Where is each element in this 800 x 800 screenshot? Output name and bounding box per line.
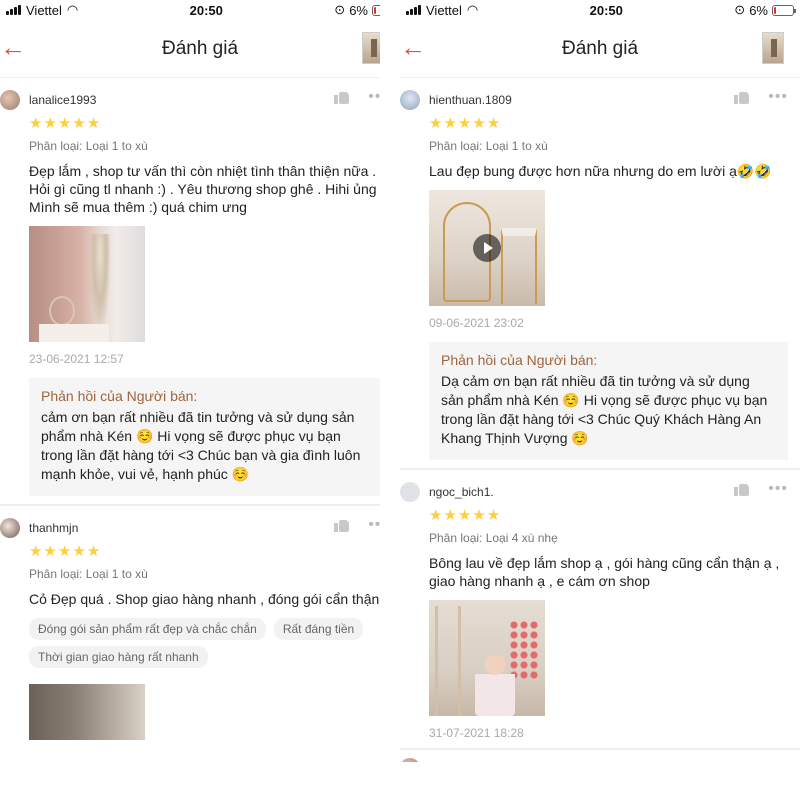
carrier-group: Viettel ◠ [6, 2, 78, 18]
review-tag: Đóng gói sản phẩm rất đẹp và chắc chắn [29, 618, 266, 640]
like-icon[interactable] [334, 518, 350, 532]
page-title: Đánh giá [161, 37, 239, 59]
review-date: 31-07-2021 18:28 [429, 726, 524, 740]
seller-reply-title: Phản hồi của Người bán: [41, 388, 198, 404]
avatar[interactable] [0, 518, 20, 538]
carrier-name: Viettel [426, 2, 462, 18]
review-tags: Đóng gói sản phẩm rất đẹp và chắc chắn R… [29, 618, 388, 668]
like-icon[interactable] [734, 90, 750, 104]
review-item: thanhmjn ••• ★★★★★ Phân loại: Loại 1 to … [0, 506, 400, 740]
orientation-lock-icon: ⊙ [334, 2, 346, 17]
variant-label: Phân loại: Loại 1 to xù [29, 567, 148, 581]
seller-reply-text: Dạ cảm ơn bạn rất nhiều đã tin tưởng và … [441, 373, 768, 446]
avatar[interactable] [400, 758, 420, 762]
username[interactable]: thanhmjn [29, 521, 78, 535]
screenshot-gap [380, 0, 400, 800]
variant-label: Phân loại: Loại 4 xù nhẹ [429, 531, 558, 545]
battery-icon [771, 4, 796, 16]
left-screen: Viettel ◠ 20:50 ⊙ 6% ← Đánh giá lanalice… [0, 0, 400, 740]
variant-label: Phân loại: Loại 1 to xù [429, 139, 548, 153]
status-bar: Viettel ◠ 20:50 ⊙ 6% [0, 0, 400, 20]
review-item: lanalice1993 [400, 750, 800, 762]
nav-header: ← Đánh giá [400, 20, 800, 78]
review-video[interactable] [429, 190, 545, 306]
review-tag: Thời gian giao hàng rất nhanh [29, 646, 208, 668]
wifi-icon: ◠ [66, 2, 79, 17]
page-title: Đánh giá [561, 37, 639, 59]
review-comment: Cỏ Đẹp quá . Shop giao hàng nhanh , đóng… [29, 591, 384, 607]
like-icon[interactable] [734, 482, 750, 496]
seller-reply-title: Phản hồi của Người bán: [441, 352, 598, 368]
wifi-icon: ◠ [466, 2, 479, 17]
avatar[interactable] [400, 90, 420, 110]
battery-percent: 6% [349, 2, 368, 18]
right-screen: Viettel ◠ 20:50 ⊙ 6% ← Đánh giá hienthua… [400, 0, 800, 762]
carrier-group: Viettel ◠ [406, 2, 478, 18]
username[interactable]: hienthuan.1809 [429, 93, 512, 107]
avatar[interactable] [0, 90, 20, 110]
seller-reply-text: cảm ơn bạn rất nhiều đã tin tưởng và sử … [41, 409, 361, 482]
battery-percent: 6% [749, 2, 768, 18]
review-tag: Rất đáng tiền [273, 618, 364, 640]
username[interactable]: lanalice1993 [429, 761, 496, 762]
play-icon[interactable] [473, 234, 501, 262]
review-photo[interactable] [29, 684, 145, 740]
username[interactable]: ngoc_bich1. [429, 485, 494, 499]
review-item: ngoc_bich1. ••• ★★★★★ Phân loại: Loại 4 … [400, 470, 800, 748]
signal-icon [6, 5, 21, 15]
status-bar: Viettel ◠ 20:50 ⊙ 6% [400, 0, 800, 20]
rating-stars: ★★★★★ [29, 115, 102, 132]
review-item: lanalice1993 ••• ★★★★★ Phân loại: Loại 1… [0, 78, 400, 504]
back-arrow-icon[interactable]: ← [400, 34, 426, 60]
more-options-icon[interactable]: ••• [768, 481, 788, 497]
review-photo[interactable] [29, 226, 145, 342]
username[interactable]: lanalice1993 [29, 93, 96, 107]
signal-icon [406, 5, 421, 15]
review-comment: Bông lau về đẹp lắm shop ạ , gói hàng cũ… [429, 555, 780, 589]
orientation-lock-icon: ⊙ [734, 2, 746, 17]
review-photo[interactable] [429, 600, 545, 716]
avatar[interactable] [400, 482, 420, 502]
more-options-icon[interactable]: ••• [768, 89, 788, 105]
review-comment: Đẹp lắm , shop tư vấn thì còn nhiệt tình… [29, 163, 377, 215]
rating-stars: ★★★★★ [29, 543, 102, 560]
carrier-name: Viettel [26, 2, 62, 18]
nav-header: ← Đánh giá [0, 20, 400, 78]
variant-label: Phân loại: Loại 1 to xù [29, 139, 148, 153]
review-comment: Lau đẹp bung được hơn nữa nhưng do em lư… [429, 163, 772, 179]
review-item: hienthuan.1809 ••• ★★★★★ Phân loại: Loại… [400, 78, 800, 468]
clock: 20:50 [589, 2, 623, 18]
rating-stars: ★★★★★ [429, 507, 502, 524]
seller-reply: Phản hồi của Người bán: Dạ cảm ơn bạn rấ… [429, 342, 788, 460]
review-date: 23-06-2021 12:57 [29, 352, 124, 366]
product-thumbnail[interactable] [762, 32, 784, 64]
review-date: 09-06-2021 23:02 [429, 316, 524, 330]
back-arrow-icon[interactable]: ← [0, 34, 26, 60]
clock: 20:50 [189, 2, 223, 18]
like-icon[interactable] [334, 90, 350, 104]
seller-reply: Phản hồi của Người bán: cảm ơn bạn rất n… [29, 378, 388, 496]
rating-stars: ★★★★★ [429, 115, 502, 132]
battery-group: ⊙ 6% [734, 2, 796, 18]
